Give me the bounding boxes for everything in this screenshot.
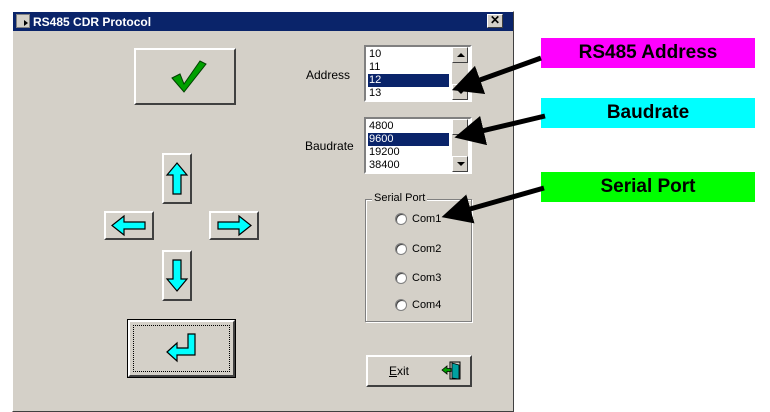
ok-button[interactable] — [134, 48, 236, 105]
list-item[interactable]: 38400 — [368, 159, 449, 172]
radio-label-com4[interactable]: Com4 — [412, 299, 441, 311]
list-item[interactable]: 10 — [368, 48, 449, 61]
arrow-right-icon — [217, 214, 252, 237]
list-item[interactable]: 4800 — [368, 120, 449, 133]
scroll-thumb[interactable] — [452, 119, 468, 135]
arrow-down-icon — [165, 259, 189, 292]
window-title: RS485 CDR Protocol — [33, 15, 152, 29]
address-label: Address — [306, 68, 351, 82]
radio-label-com2[interactable]: Com2 — [412, 243, 441, 255]
enter-arrow-icon — [166, 333, 196, 363]
address-listbox[interactable]: 10 11 12 13 — [364, 45, 472, 102]
list-item-selected[interactable]: 9600 — [368, 133, 449, 146]
radio-label-com1[interactable]: Com1 — [412, 213, 441, 225]
close-button[interactable]: ✕ — [487, 14, 503, 28]
scroll-up-button[interactable] — [452, 47, 468, 63]
exit-button-label: Exit — [389, 364, 409, 378]
scroll-down-button[interactable] — [452, 84, 468, 100]
list-item[interactable]: 13 — [368, 87, 449, 100]
radio-com3[interactable] — [395, 272, 407, 284]
system-menu-icon[interactable] — [16, 14, 30, 28]
address-scrollbar[interactable] — [452, 47, 468, 100]
exit-door-icon — [441, 361, 461, 380]
enter-button[interactable] — [127, 319, 236, 378]
radio-com2[interactable] — [395, 243, 407, 255]
radio-com4[interactable] — [395, 299, 407, 311]
annotation-serial-port: Serial Port — [541, 172, 755, 202]
close-icon: ✕ — [489, 13, 501, 27]
baudrate-scrollbar[interactable] — [452, 119, 468, 172]
exit-button[interactable]: Exit — [366, 355, 472, 387]
annotation-rs485-address: RS485 Address — [541, 38, 755, 68]
list-item[interactable]: 19200 — [368, 146, 449, 159]
check-icon — [171, 60, 207, 93]
arrow-left-icon — [111, 214, 146, 237]
exit-mnemonic: E — [389, 364, 398, 378]
scroll-down-button[interactable] — [452, 156, 468, 172]
down-button[interactable] — [162, 250, 192, 301]
baudrate-label: Baudrate — [305, 139, 354, 153]
radio-com1[interactable] — [395, 213, 407, 225]
list-item-selected[interactable]: 12 — [368, 74, 449, 87]
annotation-baudrate: Baudrate — [541, 98, 755, 128]
up-button[interactable] — [162, 153, 192, 204]
right-button[interactable] — [209, 211, 259, 240]
exit-label-rest: xit — [397, 364, 410, 378]
list-item[interactable]: 11 — [368, 61, 449, 74]
left-button[interactable] — [104, 211, 154, 240]
arrow-up-icon — [165, 162, 189, 195]
radio-label-com3[interactable]: Com3 — [412, 272, 441, 284]
baudrate-listbox[interactable]: 4800 9600 19200 38400 — [364, 117, 472, 174]
serial-port-group-label: Serial Port — [372, 192, 428, 204]
